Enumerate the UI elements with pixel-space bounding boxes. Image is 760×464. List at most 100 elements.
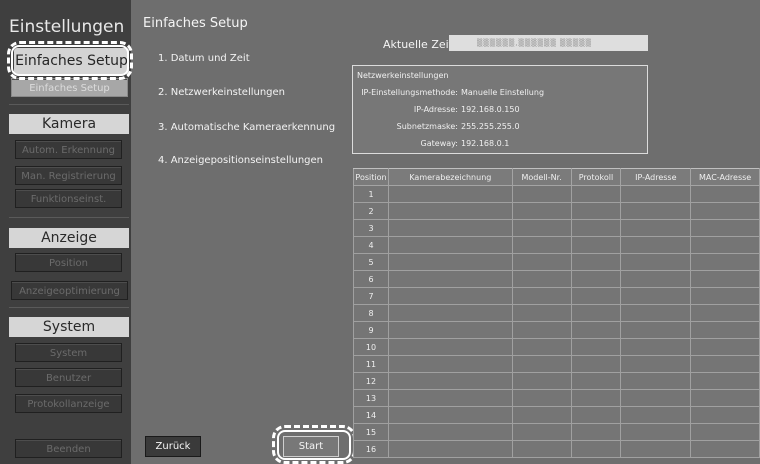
table-cell xyxy=(690,219,760,237)
sidebar-item-benutzer[interactable]: Benutzer xyxy=(15,368,122,387)
table-cell xyxy=(511,219,572,237)
table-cell xyxy=(570,253,622,271)
table-row[interactable]: 8 xyxy=(353,304,760,322)
table-cell xyxy=(511,270,572,288)
table-cell xyxy=(511,440,572,458)
table-cell xyxy=(620,423,692,441)
current-time-label: Aktuelle Zeit xyxy=(383,38,453,51)
column-header-ip-adresse: IP-Adresse xyxy=(620,168,692,186)
table-cell xyxy=(387,253,513,271)
table-cell xyxy=(620,287,692,305)
network-key: IP-Einstellungsmethode: xyxy=(361,88,458,97)
table-cell xyxy=(511,185,572,203)
column-header-protokoll: Protokoll xyxy=(570,168,622,186)
position-cell: 2 xyxy=(353,202,389,220)
sidebar-item-man-registrierung[interactable]: Man. Registrierung xyxy=(15,166,122,185)
table-cell xyxy=(511,253,572,271)
table-cell xyxy=(690,185,760,203)
table-cell xyxy=(387,338,513,356)
table-cell xyxy=(620,440,692,458)
table-cell xyxy=(387,185,513,203)
table-row[interactable]: 12 xyxy=(353,372,760,390)
table-cell xyxy=(511,355,572,373)
sidebar-item-beenden[interactable]: Beenden xyxy=(15,439,122,458)
table-row[interactable]: 4 xyxy=(353,236,760,254)
network-key: Subnetzmaske: xyxy=(396,122,458,131)
table-cell xyxy=(570,287,622,305)
page-title: Einfaches Setup xyxy=(143,16,248,31)
sidebar-item-anzeigeoptimierung[interactable]: Anzeigeoptimierung xyxy=(11,281,128,300)
network-value: 192.168.0.150 xyxy=(461,105,520,114)
table-row[interactable]: 14 xyxy=(353,406,760,424)
position-cell: 15 xyxy=(353,423,389,441)
sidebar-item-autom-erkennung[interactable]: Autom. Erkennung xyxy=(15,140,122,159)
back-button[interactable]: Zurück xyxy=(145,436,201,457)
sidebar-item-protokollanzeige[interactable]: Protokollanzeige xyxy=(15,394,122,413)
position-cell: 16 xyxy=(353,440,389,458)
table-cell xyxy=(511,372,572,390)
position-cell: 1 xyxy=(353,185,389,203)
table-cell xyxy=(387,423,513,441)
sidebar-item-position[interactable]: Position xyxy=(15,253,122,272)
table-row[interactable]: 15 xyxy=(353,423,760,441)
table-cell xyxy=(570,270,622,288)
position-cell: 3 xyxy=(353,219,389,237)
step-anzeigepositionseinstellungen: 4. Anzeigepositionseinstellungen xyxy=(158,155,324,166)
position-cell: 4 xyxy=(353,236,389,254)
table-row[interactable]: 9 xyxy=(353,321,760,339)
step-kameraerkennung: 3. Automatische Kameraerkennung xyxy=(158,122,336,133)
divider xyxy=(9,307,129,308)
divider xyxy=(9,104,129,105)
table-row[interactable]: 13 xyxy=(353,389,760,407)
sidebar-title: Einstellungen xyxy=(9,17,125,37)
table-cell xyxy=(387,389,513,407)
table-cell xyxy=(690,287,760,305)
table-cell xyxy=(570,321,622,339)
table-cell xyxy=(511,406,572,424)
table-cell xyxy=(620,372,692,390)
sidebar-item-einfaches-setup[interactable]: Einfaches Setup xyxy=(11,78,128,97)
table-cell xyxy=(620,202,692,220)
table-cell xyxy=(570,219,622,237)
position-cell: 13 xyxy=(353,389,389,407)
table-row[interactable]: 1 xyxy=(353,185,760,203)
table-cell xyxy=(570,185,622,203)
current-time-field: ▒▒▒▒▒▒,▒▒▒▒▒▒ ▒▒▒▒▒ xyxy=(449,35,648,51)
table-cell xyxy=(690,270,760,288)
table-cell xyxy=(570,406,622,424)
table-cell xyxy=(620,389,692,407)
table-cell xyxy=(570,389,622,407)
camera-table: Position Kamerabezeichnung Modell-Nr. Pr… xyxy=(353,168,760,458)
sidebar-item-funktionseinst[interactable]: Funktionseinst. xyxy=(15,189,122,208)
table-cell xyxy=(620,236,692,254)
table-cell xyxy=(570,372,622,390)
table-cell xyxy=(620,270,692,288)
network-value: Manuelle Einstellung xyxy=(461,88,545,97)
table-row[interactable]: 6 xyxy=(353,270,760,288)
table-cell xyxy=(387,355,513,373)
table-cell xyxy=(620,406,692,424)
position-cell: 12 xyxy=(353,372,389,390)
column-header-position: Position xyxy=(353,168,389,186)
table-cell xyxy=(387,372,513,390)
network-key: IP-Adresse: xyxy=(413,105,458,114)
table-cell xyxy=(387,236,513,254)
table-cell xyxy=(511,389,572,407)
table-row[interactable]: 16 xyxy=(353,440,760,458)
sidebar-item-system[interactable]: System xyxy=(15,343,122,362)
table-cell xyxy=(570,202,622,220)
table-cell xyxy=(620,321,692,339)
table-row[interactable]: 3 xyxy=(353,219,760,237)
start-button[interactable]: Start xyxy=(283,436,339,457)
table-cell xyxy=(387,219,513,237)
table-row[interactable]: 7 xyxy=(353,287,760,305)
table-row[interactable]: 10 xyxy=(353,338,760,356)
table-row[interactable]: 11 xyxy=(353,355,760,373)
table-row[interactable]: 2 xyxy=(353,202,760,220)
table-cell xyxy=(387,440,513,458)
table-row[interactable]: 5 xyxy=(353,253,760,271)
table-cell xyxy=(387,304,513,322)
table-cell xyxy=(511,423,572,441)
table-cell xyxy=(690,321,760,339)
table-cell xyxy=(620,355,692,373)
